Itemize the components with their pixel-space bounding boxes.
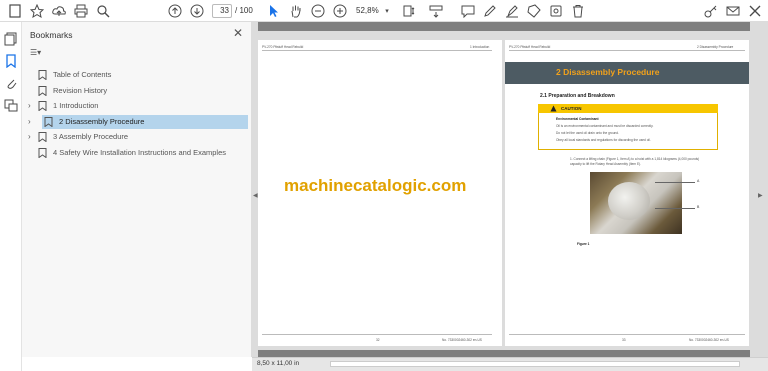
page-header-right: 1 Introduction <box>470 45 490 49</box>
print-icon[interactable] <box>72 2 90 20</box>
highlight-text-icon[interactable] <box>503 2 521 20</box>
callout-b: B <box>697 205 700 209</box>
attach-icon[interactable] <box>547 2 565 20</box>
bookmark-icon[interactable] <box>4 54 18 69</box>
bookmark-icon <box>38 132 47 142</box>
hand-tool-icon[interactable] <box>287 2 305 20</box>
bookmark-icon <box>38 86 47 96</box>
zoom-in-icon[interactable] <box>331 2 349 20</box>
bookmarks-panel: Bookmarks ✕ ☰▾ Table of Contents Revisio… <box>22 22 252 357</box>
bookmark-options-icon[interactable]: ☰▾ <box>30 48 48 60</box>
bookmark-item[interactable]: Table of Contents <box>28 68 248 82</box>
callout-line <box>655 182 695 183</box>
rotary-head-image <box>608 182 650 220</box>
footer-rule <box>262 334 492 335</box>
attachment-icon[interactable] <box>4 76 18 90</box>
doc-number: No. 7330002460-302 en-US <box>442 338 482 342</box>
scroll-mode-icon[interactable] <box>427 2 445 20</box>
bookmark-label: 2 Disassembly Procedure <box>59 117 145 126</box>
bookmark-icon <box>38 148 47 158</box>
chevron-right-icon[interactable]: › <box>28 115 31 129</box>
bookmark-label: Revision History <box>53 86 108 95</box>
caution-label: CAUTION <box>561 106 582 111</box>
caution-text: Oil is an environmental contaminant and … <box>556 124 654 128</box>
figure-label: Figure 1 <box>577 242 590 246</box>
subsection-title: 2.1 Preparation and Breakdown <box>540 93 615 99</box>
bookmark-label: 3 Assembly Procedure <box>53 132 129 141</box>
callout-line <box>655 208 695 209</box>
step-text: 1. Connect a lifting chain (Figure 1, It… <box>570 157 700 166</box>
stamp-icon[interactable] <box>525 2 543 20</box>
home-icon[interactable] <box>6 2 24 20</box>
comment-icon[interactable] <box>459 2 477 20</box>
fit-page-icon[interactable] <box>400 2 418 20</box>
caution-bullet: Obey all local standards and regulations… <box>556 138 651 142</box>
page-number-input[interactable]: 33 <box>212 4 232 18</box>
page-down-icon[interactable] <box>188 2 206 20</box>
search-icon[interactable] <box>94 2 112 20</box>
bookmark-label: Table of Contents <box>53 70 112 79</box>
header-rule <box>262 50 492 51</box>
page-number: 32 <box>376 338 380 342</box>
watermark: machinecatalogic.com <box>284 176 467 195</box>
next-page-edge <box>258 350 750 357</box>
mail-icon[interactable] <box>724 2 742 20</box>
bookmark-label: 4 Safety Wire Installation Instructions … <box>53 148 226 157</box>
section-title: 2 Disassembly Procedure <box>556 67 660 77</box>
key-icon[interactable] <box>702 2 720 20</box>
collapse-panel-icon[interactable]: ◀ <box>253 192 258 199</box>
caution-bullet: Do not let the used oil drain onto the g… <box>556 131 619 135</box>
bookmark-item[interactable]: › 3 Assembly Procedure <box>28 130 248 144</box>
pen-icon[interactable] <box>481 2 499 20</box>
close-panel-icon[interactable]: ✕ <box>233 26 243 40</box>
toolbar: 33 / 100 52,8% ▾ <box>0 0 768 22</box>
panel-title: Bookmarks <box>30 30 73 40</box>
caution-heading: Environmental Contaminant <box>556 117 599 121</box>
bookmark-icon <box>38 70 47 80</box>
bookmark-item[interactable]: 4 Safety Wire Installation Instructions … <box>28 146 248 160</box>
horizontal-scrollbar[interactable] <box>330 361 740 367</box>
footer-rule <box>509 334 745 335</box>
bookmark-item-selected[interactable]: 2 Disassembly Procedure <box>42 115 248 129</box>
chevron-right-icon[interactable]: › <box>28 99 36 113</box>
expand-panel-icon[interactable]: ▶ <box>758 192 763 199</box>
bookmark-label: 1 Introduction <box>53 101 99 110</box>
page-size: 8,50 x 11,00 in <box>257 360 300 367</box>
header-rule <box>509 50 745 51</box>
left-rail <box>0 22 22 371</box>
callout-a: A <box>697 179 700 183</box>
page-thumbnails-icon[interactable] <box>4 32 18 46</box>
page-number: 33 <box>622 338 626 342</box>
trash-icon[interactable] <box>569 2 587 20</box>
doc-number: No. 7330002460-302 en-US <box>689 338 729 342</box>
chevron-right-icon[interactable]: › <box>28 130 36 144</box>
layers-icon[interactable] <box>4 98 18 112</box>
page-up-icon[interactable] <box>166 2 184 20</box>
bookmark-item[interactable]: › 1 Introduction <box>28 99 248 113</box>
select-cursor-icon[interactable] <box>265 2 283 20</box>
page-header-right: 2 Disassembly Procedure <box>697 45 734 49</box>
previous-page-edge <box>258 22 750 31</box>
bookmark-icon <box>44 117 53 127</box>
zoom-out-icon[interactable] <box>309 2 327 20</box>
star-icon[interactable] <box>28 2 46 20</box>
cloud-upload-icon[interactable] <box>50 2 68 20</box>
bookmark-item[interactable]: Revision History <box>28 84 248 98</box>
bookmark-icon <box>38 101 47 111</box>
page-header-left: PV-270 Pitstuff Head Rebuild <box>509 45 551 49</box>
page-total: / 100 <box>235 6 253 15</box>
close-icon[interactable] <box>746 2 764 20</box>
chevron-down-icon[interactable]: ▾ <box>378 2 396 20</box>
warning-icon <box>550 105 557 112</box>
page-header-left: PV-270 Pitstuff Head Rebuild <box>262 45 304 49</box>
